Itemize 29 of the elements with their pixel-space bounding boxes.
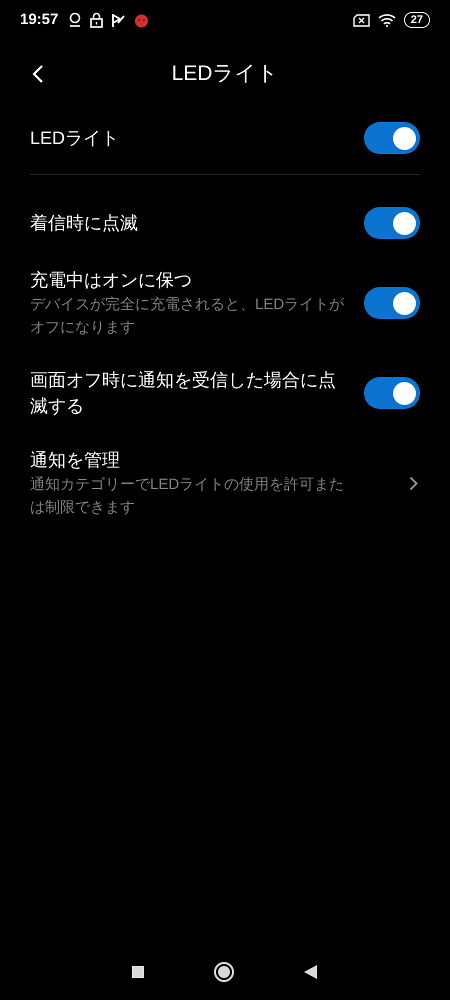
- lock-icon: [90, 12, 104, 28]
- row-title: 着信時に点滅: [30, 212, 139, 235]
- home-button[interactable]: [214, 962, 234, 982]
- page-title: LEDライト: [172, 61, 278, 88]
- row-title: 画面オフ時に通知を受信した場合に点滅する: [30, 369, 337, 418]
- toggle-switch[interactable]: [364, 122, 420, 154]
- settings-row[interactable]: 充電中はオンに保つ デバイスが完全に充電されると、LEDライトがオフになります: [0, 253, 450, 353]
- row-description: デバイスが完全に充電されると、LEDライトがオフになります: [30, 295, 346, 338]
- app-icon: [134, 12, 150, 28]
- settings-row[interactable]: 画面オフ時に通知を受信した場合に点滅する: [0, 353, 450, 433]
- sim-off-icon: [352, 14, 370, 26]
- settings-row[interactable]: 着信時に点滅: [0, 193, 450, 253]
- toggle-switch[interactable]: [364, 287, 420, 319]
- toggle-switch[interactable]: [364, 207, 420, 239]
- back-nav-button[interactable]: [304, 965, 318, 979]
- back-icon: [32, 64, 44, 84]
- location-icon: [68, 12, 82, 28]
- status-time: 19:57: [20, 10, 58, 30]
- battery-indicator: 27: [404, 12, 430, 28]
- flag-icon: [111, 12, 126, 28]
- chevron-right-icon: [409, 476, 418, 490]
- settings-row[interactable]: LEDライト: [0, 108, 450, 168]
- row-description: 通知カテゴリーでLEDライトの使用を許可または制限できます: [30, 475, 346, 518]
- row-title: 通知を管理: [30, 449, 121, 472]
- wifi-icon: [378, 13, 396, 27]
- settings-row[interactable]: 通知を管理 通知カテゴリーでLEDライトの使用を許可または制限できます: [0, 433, 450, 533]
- row-title: LEDライト: [30, 127, 120, 150]
- row-title: 充電中はオンに保つ: [30, 269, 193, 292]
- toggle-switch[interactable]: [364, 377, 420, 409]
